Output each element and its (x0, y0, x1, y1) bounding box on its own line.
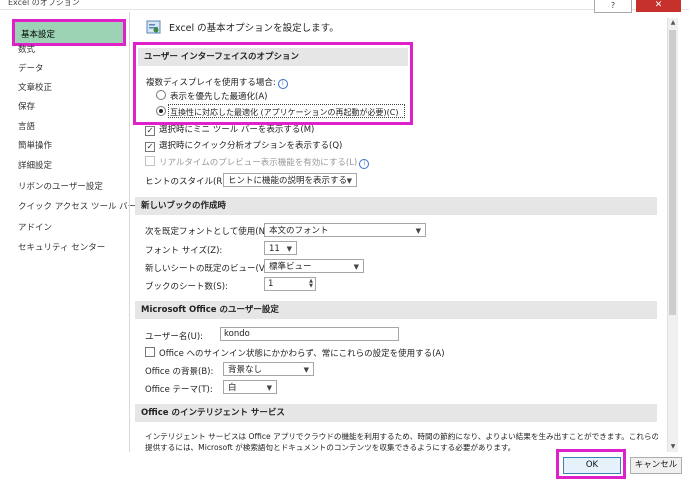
general-options-icon (146, 20, 161, 34)
quick-analysis-label: 選択時にクイック分析オプションを表示する(Q) (159, 141, 343, 151)
chevron-down-icon: ▼ (415, 227, 421, 235)
scroll-thumb[interactable] (669, 30, 676, 315)
compat-optimize-option[interactable]: 互換性に対応した最適化 (アプリケーションの再起動が必要)(C) (156, 104, 405, 118)
tooltip-style-value: ヒントに機能の説明を表示する (228, 176, 348, 186)
font-size-value: 11 (269, 244, 280, 254)
sidebar-item-quick-access-toolbar[interactable]: クイック アクセス ツール バー (18, 198, 136, 216)
theme-value: 白 (228, 383, 237, 393)
intelligent-services-text-1: インテリジェント サービスは Office アプリでクラウドの機能を利用するため… (145, 432, 658, 441)
username-input[interactable]: kondo (220, 327, 399, 341)
sidebar-item-advanced[interactable]: 詳細設定 (18, 157, 52, 175)
multi-display-text: 複数ディスプレイを使用する場合: (146, 78, 276, 88)
live-preview-checkbox[interactable] (145, 156, 155, 166)
compat-optimize-radio[interactable] (156, 106, 166, 116)
spinner-arrows-icon[interactable]: ▲ ▼ (309, 279, 313, 289)
display-optimize-radio[interactable] (156, 90, 166, 100)
default-font-value: 本文のフォント (269, 226, 329, 236)
sidebar-item-customize-ribbon[interactable]: リボンのユーザー設定 (18, 178, 103, 196)
sidebar: 基本設定 数式 データ 文章校正 保存 言語 簡単操作 詳細設定 リボンのユーザ… (8, 12, 136, 452)
username-label: ユーザー名(U): (145, 332, 204, 342)
default-view-label: 新しいシートの既定のビュー(V): (145, 264, 271, 274)
background-value: 背景なし (228, 365, 263, 375)
sheet-count-stepper[interactable]: 1 ▲ ▼ (264, 277, 316, 291)
sidebar-item-data[interactable]: データ (18, 60, 44, 78)
focus-outline (168, 104, 405, 118)
chevron-down-icon: ▼ (303, 366, 309, 374)
page-title: Excel の基本オプションを設定します。 (169, 23, 339, 34)
font-size-label: フォント サイズ(Z): (145, 246, 223, 256)
section-ui-options: ユーザー インターフェイスのオプション (138, 48, 408, 66)
ok-button[interactable]: OK (563, 457, 621, 474)
section-intelligent-services: Office のインテリジェント サービス (135, 404, 657, 422)
section-new-workbook: 新しいブックの作成時 (135, 197, 657, 215)
cancel-button[interactable]: キャンセル (630, 457, 682, 474)
sidebar-item-trust-center[interactable]: セキュリティ センター (18, 239, 105, 257)
signin-checkbox[interactable] (145, 347, 155, 357)
theme-select[interactable]: 白 ▼ (223, 380, 277, 394)
live-preview-label: リアルタイムのプレビュー表示機能を有効にする(L) (159, 158, 358, 168)
scroll-down-icon[interactable]: ▼ (668, 442, 678, 452)
sidebar-item-addins[interactable]: アドイン (18, 219, 52, 237)
sidebar-item-proofing[interactable]: 文章校正 (18, 79, 52, 97)
background-label: Office の背景(B): (145, 367, 214, 377)
multi-display-label: 複数ディスプレイを使用する場合: i (146, 76, 288, 89)
signin-option[interactable]: Office へのサインイン状態にかかわらず、常にこれらの設定を使用する(A) (145, 347, 445, 359)
default-view-select[interactable]: 標準ビュー ▼ (264, 259, 364, 273)
signin-label: Office へのサインイン状態にかかわらず、常にこれらの設定を使用する(A) (159, 349, 445, 359)
vertical-scrollbar[interactable]: ▲ ▼ (667, 18, 678, 452)
mini-toolbar-checkbox[interactable]: ✓ (145, 126, 155, 136)
info-icon: i (277, 79, 288, 89)
theme-label: Office テーマ(T): (145, 385, 213, 395)
main-heading: Excel の基本オプションを設定します。 (135, 12, 658, 44)
close-button[interactable]: ✕ (636, 0, 681, 12)
chevron-down-icon: ▼ (286, 245, 292, 253)
scroll-up-icon[interactable]: ▲ (668, 18, 678, 28)
tooltip-style-label: ヒントのスタイル(R): (145, 177, 229, 187)
tooltip-style-select[interactable]: ヒントに機能の説明を表示する ▼ (223, 173, 357, 187)
mini-toolbar-label: 選択時にミニ ツール バーを表示する(M) (159, 125, 315, 135)
section-personalize: Microsoft Office のユーザー設定 (135, 301, 657, 319)
info-icon: i (359, 159, 370, 169)
font-size-select[interactable]: 11 ▼ (264, 241, 297, 255)
sidebar-item-language[interactable]: 言語 (18, 118, 35, 136)
quick-analysis-option[interactable]: ✓ 選択時にクイック分析オプションを表示する(Q) (145, 139, 342, 152)
quick-analysis-checkbox[interactable]: ✓ (145, 142, 155, 152)
sidebar-item-formulas[interactable]: 数式 (18, 41, 35, 59)
sheet-count-value: 1 (268, 279, 274, 289)
sidebar-item-save[interactable]: 保存 (18, 98, 35, 116)
display-optimize-option[interactable]: 表示を優先した最適化(A) (156, 90, 267, 102)
window-title: Excel のオプション (8, 0, 80, 7)
sheet-count-label: ブックのシート数(S): (145, 282, 228, 292)
ui-options-highlight: ユーザー インターフェイスのオプション 複数ディスプレイを使用する場合: i 表示… (133, 42, 413, 125)
live-preview-option[interactable]: リアルタイムのプレビュー表示機能を有効にする(L) i (145, 156, 370, 169)
default-font-select[interactable]: 本文のフォント ▼ (264, 223, 426, 237)
sidebar-divider (129, 12, 130, 452)
default-view-value: 標準ビュー (269, 262, 312, 272)
title-bar: Excel のオプション (0, 0, 689, 10)
display-optimize-label: 表示を優先した最適化(A) (170, 92, 268, 102)
intelligent-services-text-2: 提供するには、Microsoft が検索語句とドキュメントのコンテンツを収集でき… (145, 443, 516, 452)
sidebar-item-label: 基本設定 (21, 30, 56, 40)
sidebar-item-accessibility[interactable]: 簡単操作 (18, 137, 52, 155)
background-select[interactable]: 背景なし ▼ (223, 362, 314, 376)
chevron-down-icon: ▼ (266, 384, 272, 392)
chevron-down-icon: ▼ (346, 177, 352, 185)
chevron-down-icon: ▼ (353, 263, 359, 271)
default-font-label: 次を既定フォントとして使用(N): (145, 227, 272, 237)
